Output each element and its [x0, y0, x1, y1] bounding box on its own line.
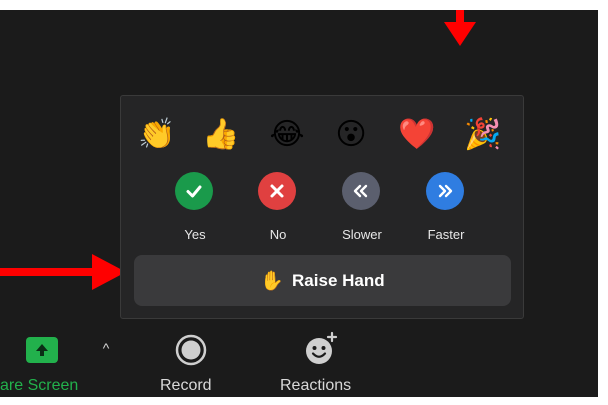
thumbs-up-emoji-button[interactable]: 👍: [199, 113, 243, 157]
reactions-button[interactable]: [302, 330, 340, 368]
feedback-faster-label: Faster: [427, 227, 465, 242]
feedback-slower-button[interactable]: Slower: [332, 172, 392, 244]
feedback-no-label: No: [269, 227, 287, 242]
x-icon: [258, 172, 296, 210]
share-options-caret-button[interactable]: ^: [97, 340, 115, 356]
clap-emoji-button[interactable]: 👏: [135, 113, 179, 157]
nonverbal-feedback-row: Yes No Slower Faster: [121, 172, 525, 244]
rewind-icon: [342, 172, 380, 210]
annotation-arrow-right: [0, 254, 126, 290]
raised-hand-icon: ✋: [260, 270, 285, 292]
raise-hand-button[interactable]: ✋ Raise Hand: [134, 255, 511, 306]
heart-emoji-button[interactable]: ❤️: [395, 113, 439, 157]
raise-hand-label: Raise Hand: [292, 270, 385, 290]
feedback-yes-label: Yes: [184, 227, 206, 242]
record-label[interactable]: Record: [160, 377, 212, 395]
feedback-faster-button[interactable]: Faster: [416, 172, 476, 244]
fast-forward-icon: [426, 172, 464, 210]
feedback-yes-button[interactable]: Yes: [165, 172, 225, 244]
reactions-popup: 👏 👍 😂 😮 ❤️ 🎉 Yes No Slower Faster ✋ Rais…: [120, 95, 524, 319]
tears-of-joy-emoji-button[interactable]: 😂: [265, 113, 309, 157]
reactions-label[interactable]: Reactions: [280, 377, 351, 395]
feedback-no-button[interactable]: No: [248, 172, 308, 244]
share-screen-button[interactable]: [26, 337, 58, 363]
screenshot-border-right: [598, 0, 608, 405]
check-icon: [175, 172, 213, 210]
screenshot-border-top: [0, 0, 608, 10]
record-button[interactable]: [174, 333, 208, 367]
emoji-reactions-row: 👏 👍 😂 😮 ❤️ 🎉: [121, 113, 525, 157]
up-arrow-icon: [36, 344, 48, 356]
feedback-slower-label: Slower: [342, 227, 382, 242]
open-mouth-emoji-button[interactable]: 😮: [329, 113, 373, 157]
screenshot-border-bottom: [0, 397, 608, 405]
party-popper-emoji-button[interactable]: 🎉: [461, 113, 505, 157]
share-screen-label[interactable]: are Screen: [0, 377, 78, 397]
